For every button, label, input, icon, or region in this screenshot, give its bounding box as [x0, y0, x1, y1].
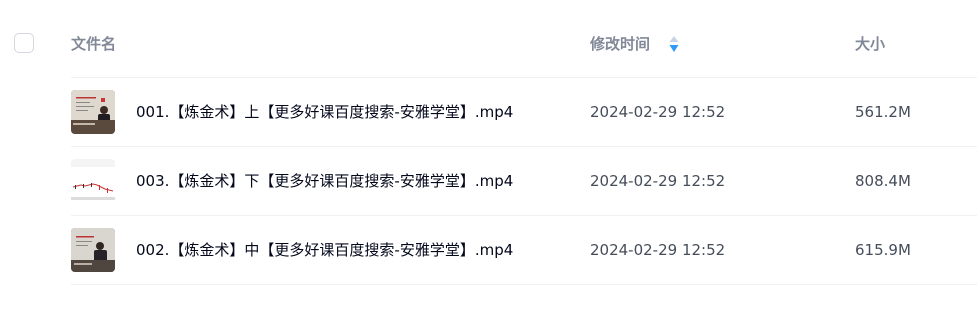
- file-row[interactable]: 002.【炼金术】中【更多好课百度搜索-安雅学堂】.mp4 2024-02-29…: [71, 215, 977, 285]
- file-row[interactable]: 001.【炼金术】上【更多好课百度搜索-安雅学堂】.mp4 2024-02-29…: [71, 77, 977, 146]
- video-thumbnail: [71, 90, 115, 134]
- video-thumbnail: [71, 159, 115, 203]
- column-header-size[interactable]: 大小: [855, 34, 885, 54]
- file-modified-time: 2024-02-29 12:52: [590, 103, 726, 121]
- file-modified-time: 2024-02-29 12:52: [590, 172, 726, 190]
- file-modified-time: 2024-02-29 12:52: [590, 241, 726, 259]
- video-thumbnail: [71, 228, 115, 272]
- file-name[interactable]: 003.【炼金术】下【更多好课百度搜索-安雅学堂】.mp4: [136, 171, 513, 192]
- file-name[interactable]: 002.【炼金术】中【更多好课百度搜索-安雅学堂】.mp4: [136, 240, 513, 261]
- column-header-name[interactable]: 文件名: [71, 34, 116, 54]
- column-header-modified[interactable]: 修改时间: [590, 34, 650, 54]
- select-all-checkbox[interactable]: [14, 33, 34, 53]
- file-size: 561.2M: [855, 103, 911, 121]
- sort-icon[interactable]: [668, 35, 680, 53]
- file-size: 615.9M: [855, 241, 911, 259]
- file-name[interactable]: 001.【炼金术】上【更多好课百度搜索-安雅学堂】.mp4: [136, 102, 513, 123]
- file-row[interactable]: 003.【炼金术】下【更多好课百度搜索-安雅学堂】.mp4 2024-02-29…: [71, 146, 977, 215]
- file-size: 808.4M: [855, 172, 911, 190]
